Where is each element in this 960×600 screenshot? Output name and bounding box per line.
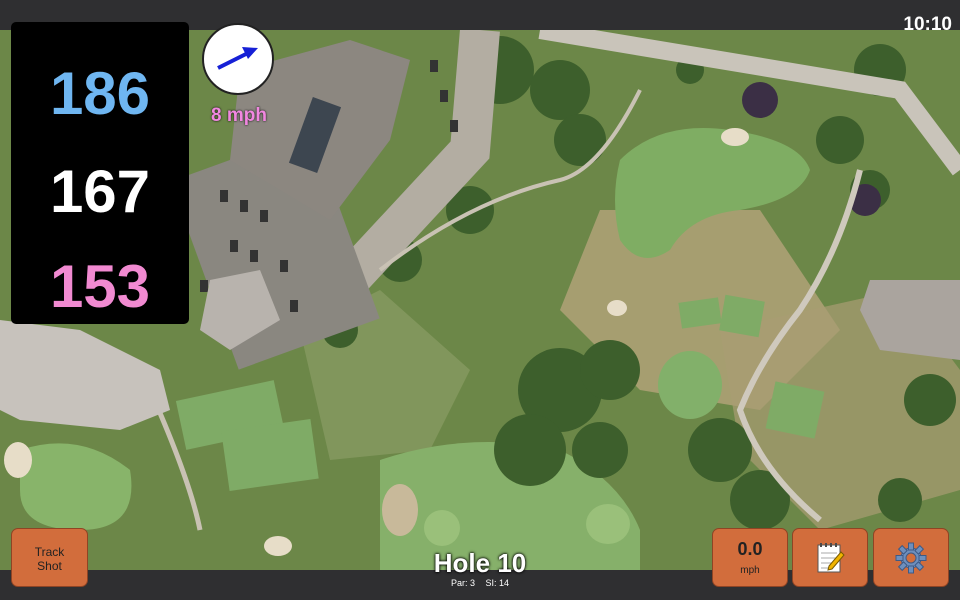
- back-distance: 186: [49, 60, 151, 127]
- hole-par: Par: 3: [450, 578, 475, 588]
- track-shot-label: Track Shot: [34, 545, 65, 573]
- speed-value: 0.0: [737, 539, 763, 559]
- hole-stroke-index: SI: 14: [485, 578, 510, 588]
- hole-title: Hole 10: [433, 548, 527, 578]
- notes-button[interactable]: [792, 528, 868, 587]
- wind-direction-dial: [202, 23, 274, 95]
- middle-distance: 167: [49, 158, 151, 225]
- settings-button[interactable]: [873, 528, 949, 587]
- wind-speed: 8 mph: [211, 105, 267, 126]
- notepad-icon: [817, 542, 845, 572]
- front-distance: 153: [49, 253, 151, 320]
- speed-button[interactable]: 0.0 mph: [712, 528, 788, 587]
- yardage-panel: 186 167 153: [11, 22, 189, 324]
- gear-icon: [895, 542, 927, 573]
- track-shot-button[interactable]: Track Shot: [11, 528, 88, 587]
- hole-info: Par: 3 SI: 14: [380, 578, 580, 588]
- arrow-icon: [217, 47, 258, 70]
- speed-unit: mph: [740, 565, 760, 576]
